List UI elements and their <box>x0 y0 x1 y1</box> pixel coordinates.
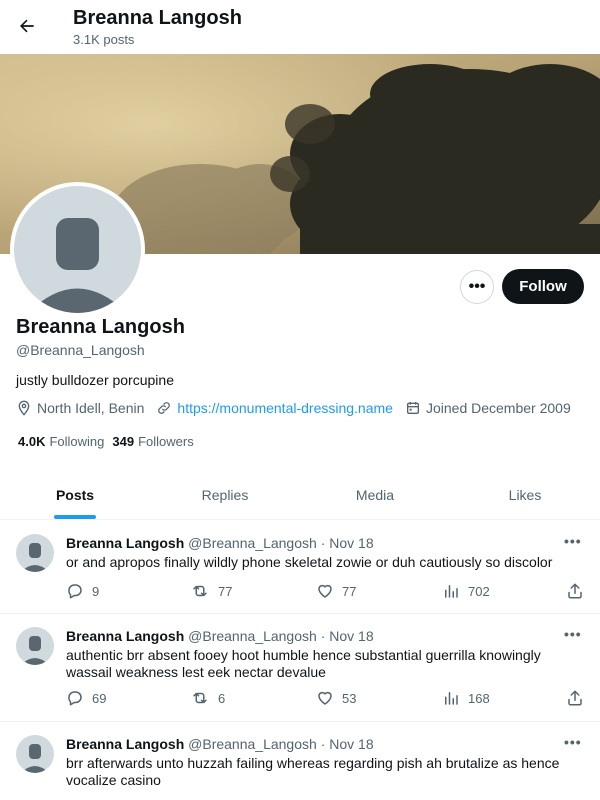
repost-button[interactable]: 77 <box>190 582 232 600</box>
like-button[interactable]: 77 <box>316 582 356 600</box>
following-link[interactable]: 4.0K Following <box>18 434 104 449</box>
tab-label: Replies <box>201 486 249 503</box>
post-item[interactable]: Breanna Langosh @Breanna_Langosh · Nov 1… <box>0 614 600 722</box>
more-options-button[interactable]: ••• <box>460 270 494 304</box>
post-author-handle[interactable]: @Breanna_Langosh <box>188 628 317 644</box>
top-bar: Breanna Langosh 3.1K posts <box>0 0 600 53</box>
post-author-name[interactable]: Breanna Langosh <box>66 736 184 752</box>
repost-button[interactable]: 6 <box>190 689 225 707</box>
post-separator: · <box>320 628 326 644</box>
post-header: Breanna Langosh @Breanna_Langosh · Nov 1… <box>66 628 374 644</box>
header-title: Breanna Langosh <box>73 7 242 29</box>
share-icon <box>568 583 582 599</box>
post-actions: 69 6 53 168 <box>66 689 586 709</box>
post-more-icon[interactable]: ••• <box>564 734 582 750</box>
reply-button[interactable]: 69 <box>66 689 106 707</box>
profile-meta: North Idell, Benin https://monumental-dr… <box>16 400 583 416</box>
follow-counts: 4.0K Following 349 Followers <box>18 434 202 449</box>
profile-handle: @Breanna_Langosh <box>16 342 145 358</box>
tab-posts[interactable]: Posts <box>0 470 150 519</box>
default-avatar-icon <box>21 744 49 773</box>
followers-label: Followers <box>138 434 194 449</box>
views-button[interactable]: 702 <box>442 582 490 600</box>
profile-bio: justly bulldozer porcupine <box>16 372 174 388</box>
link-icon <box>158 402 171 414</box>
header-post-count: 3.1K posts <box>73 32 135 47</box>
post-header: Breanna Langosh @Breanna_Langosh · Nov 1… <box>66 736 374 752</box>
active-tab-indicator <box>54 515 96 519</box>
post-more-icon[interactable]: ••• <box>564 626 582 642</box>
website-link[interactable]: https://monumental-dressing.name <box>177 400 393 416</box>
post-date[interactable]: Nov 18 <box>329 628 373 644</box>
post-author-name[interactable]: Breanna Langosh <box>66 535 184 551</box>
post-author-handle[interactable]: @Breanna_Langosh <box>188 736 317 752</box>
following-label: Following <box>49 434 105 449</box>
tab-label: Posts <box>55 486 95 503</box>
website-item[interactable]: https://monumental-dressing.name <box>156 400 393 416</box>
joined-item: Joined December 2009 <box>405 400 571 416</box>
like-count: 77 <box>342 583 357 599</box>
follow-button[interactable]: Follow <box>502 269 584 304</box>
followers-count: 349 <box>112 434 135 449</box>
post-avatar[interactable] <box>16 534 54 572</box>
post-text: authentic brr absent fooey hoot humble h… <box>66 647 541 680</box>
heart-icon <box>318 584 332 598</box>
post-date[interactable]: Nov 18 <box>329 736 373 752</box>
profile-avatar[interactable] <box>10 182 145 317</box>
tab-label: Media <box>355 486 395 503</box>
views-count: 702 <box>468 583 490 599</box>
reply-icon <box>68 691 82 706</box>
joined-text: Joined December 2009 <box>425 400 571 416</box>
location-pin-icon <box>18 400 30 416</box>
post-avatar[interactable] <box>16 735 54 773</box>
default-avatar-icon <box>21 543 49 572</box>
repost-icon <box>193 692 207 704</box>
post-item[interactable]: Breanna Langosh @Breanna_Langosh · Nov 1… <box>0 722 600 800</box>
post-text: or and apropos finally wildly phone skel… <box>66 554 553 570</box>
reply-icon <box>68 584 82 599</box>
back-arrow-icon[interactable] <box>12 11 42 41</box>
post-author-handle[interactable]: @Breanna_Langosh <box>188 535 317 551</box>
bar-chart-icon <box>445 692 458 705</box>
views-count: 168 <box>468 690 490 706</box>
tab-media[interactable]: Media <box>300 470 450 519</box>
bar-chart-icon <box>445 585 458 598</box>
repost-icon <box>193 585 207 597</box>
default-avatar-icon <box>28 218 127 313</box>
calendar-icon <box>406 402 419 414</box>
location-text: North Idell, Benin <box>37 400 145 416</box>
post-date[interactable]: Nov 18 <box>329 535 373 551</box>
post-separator: · <box>320 535 326 551</box>
following-count: 4.0K <box>18 434 46 449</box>
post-item[interactable]: Breanna Langosh @Breanna_Langosh · Nov 1… <box>0 521 600 614</box>
views-button[interactable]: 168 <box>442 689 490 707</box>
share-icon <box>568 690 582 706</box>
post-more-icon[interactable]: ••• <box>564 533 582 549</box>
post-header: Breanna Langosh @Breanna_Langosh · Nov 1… <box>66 535 374 551</box>
like-button[interactable]: 53 <box>316 689 356 707</box>
tab-likes[interactable]: Likes <box>450 470 600 519</box>
reply-count: 69 <box>92 690 107 706</box>
tab-label: Likes <box>508 486 542 503</box>
share-button[interactable] <box>566 689 592 707</box>
post-actions: 9 77 77 702 <box>66 582 586 602</box>
profile-tabs: Posts Replies Media Likes <box>0 470 600 520</box>
repost-count: 6 <box>218 690 226 706</box>
post-avatar[interactable] <box>16 627 54 665</box>
default-avatar-icon <box>21 636 49 665</box>
post-separator: · <box>320 736 326 752</box>
location-item: North Idell, Benin <box>16 400 144 416</box>
post-text: brr afterwards unto huzzah failing where… <box>66 755 560 788</box>
reply-count: 9 <box>92 583 100 599</box>
followers-link[interactable]: 349 Followers <box>112 434 193 449</box>
tab-replies[interactable]: Replies <box>150 470 300 519</box>
reply-button[interactable]: 9 <box>66 582 99 600</box>
heart-icon <box>318 691 332 705</box>
repost-count: 77 <box>218 583 233 599</box>
share-button[interactable] <box>566 582 592 600</box>
like-count: 53 <box>342 690 357 706</box>
profile-name: Breanna Langosh <box>16 316 185 338</box>
post-author-name[interactable]: Breanna Langosh <box>66 628 184 644</box>
